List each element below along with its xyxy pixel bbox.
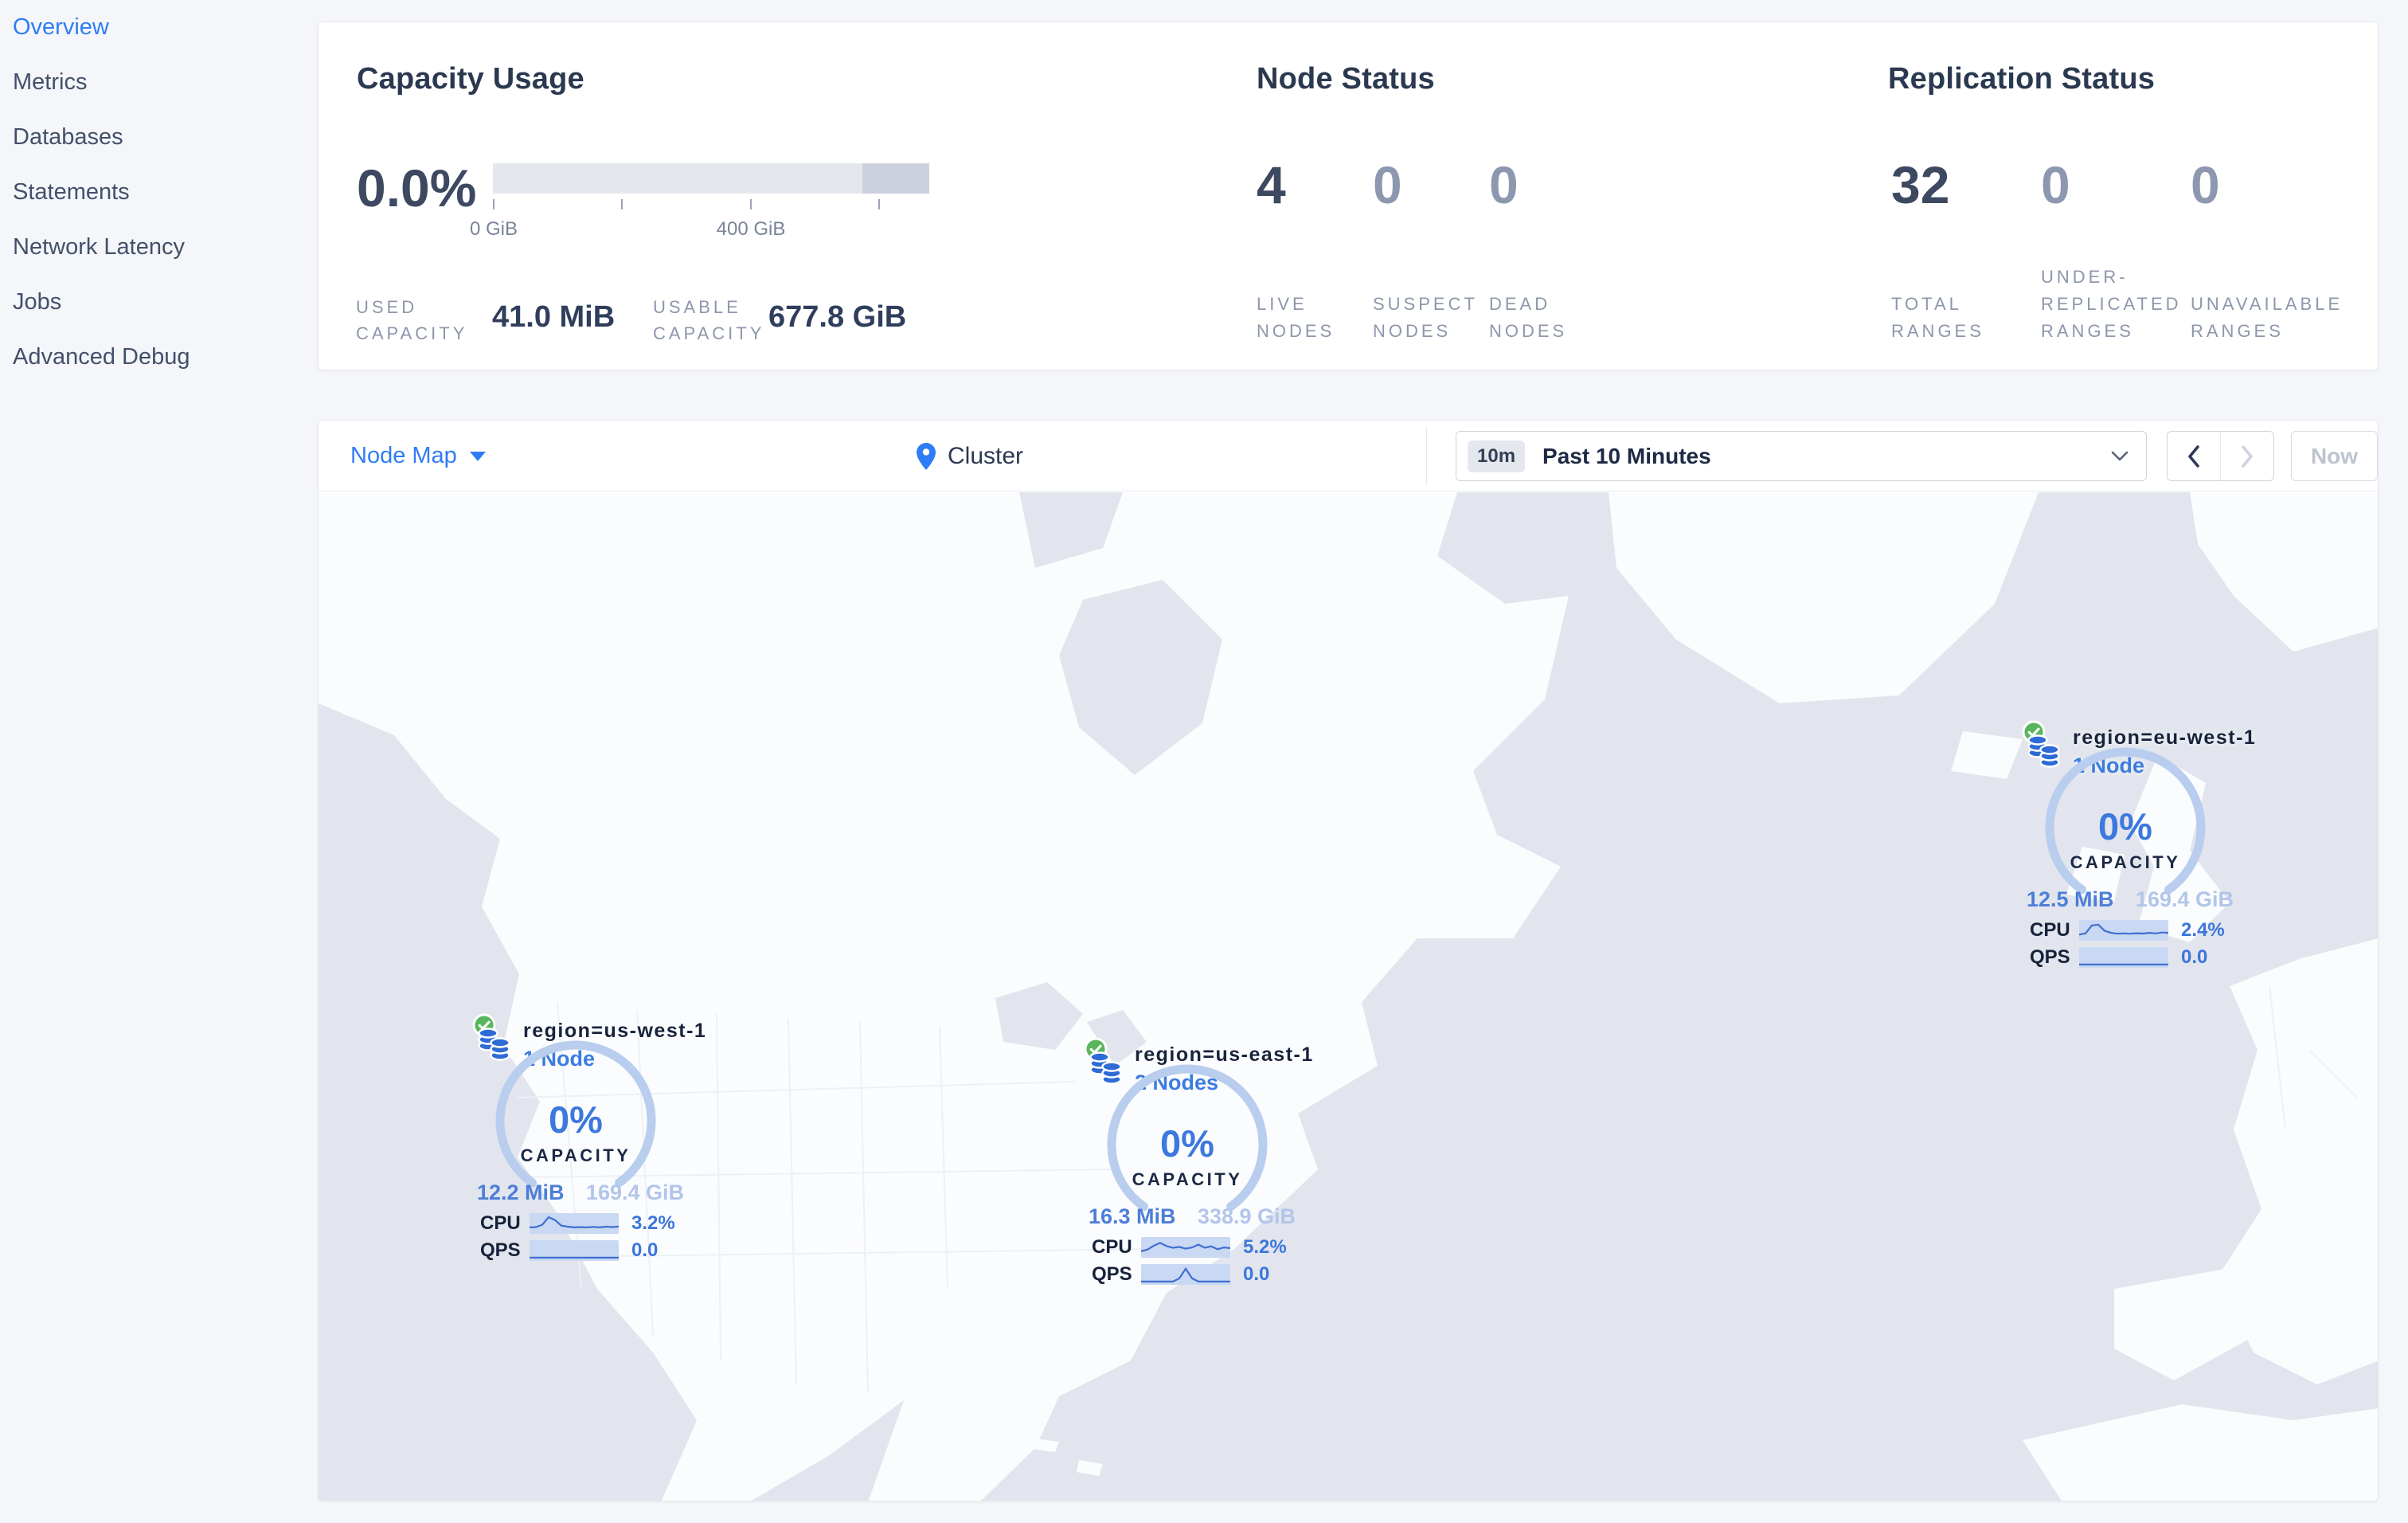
axis-tick [750,199,752,209]
stat-label: UNAVAILABLE RANGES [2191,294,2344,341]
sidebar-item-statements[interactable]: Statements [0,165,318,220]
sidebar-nav: Overview Metrics Databases Statements Networ… [0,0,318,385]
sidebar: Overview Metrics Databases Statements Networ… [0,0,318,1523]
qps-label: QPS [1092,1263,1132,1285]
qps-label: QPS [480,1239,521,1261]
node-status-stats: 4 LIVE NODES 0 SUSPECT NODES 0 DEAD NODES [1257,154,1605,345]
stat-label: DEAD NODES [1489,294,1568,341]
breadcrumb-label: Cluster [948,442,1024,469]
cpu-label: CPU [2030,919,2070,941]
stat-label: TOTAL RANGES [1891,294,1984,341]
stat-unavailable-ranges: 0 UNAVAILABLE RANGES [2191,154,2340,345]
time-range-dropdown[interactable]: 10m Past 10 Minutes [1456,431,2147,481]
node-map-card: Node Map Cluster 10m Past 10 Minutes Now… [318,420,2379,1501]
capacity-bar [493,163,929,194]
stat-under--replicated-ranges: 0 UNDER- REPLICATED RANGES [2041,154,2191,345]
cluster-summary-card: Capacity Usage Node Status Replication S… [318,22,2379,370]
capacity-gauge-percent: 0% [1160,1122,1214,1165]
stat-value: 0 [2191,155,2220,214]
capacity-gauge-percent: 0% [549,1098,603,1141]
region-used-capacity: 12.5 MiB [2027,887,2114,911]
axis-tick-label: 400 GiB [716,218,786,240]
sidebar-item-jobs[interactable]: Jobs [0,275,318,330]
chevron-down-icon [469,451,486,461]
node-status-title: Node Status [1257,62,1435,96]
step-forward-button[interactable] [2221,432,2274,480]
time-range-label: Past 10 Minutes [1542,443,1711,468]
axis-tick [493,199,494,209]
stat-label: LIVE NODES [1257,294,1335,341]
cpu-value: 5.2% [1243,1236,1287,1258]
capacity-gauge-percent: 0% [2098,805,2152,848]
now-button[interactable]: Now [2291,431,2378,481]
stat-live-nodes: 4 LIVE NODES [1257,154,1373,345]
stat-value: 32 [1891,155,1950,214]
sidebar-item-overview[interactable]: Overview [0,0,318,55]
chevron-down-icon [2111,451,2128,460]
cpu-sparkline [2079,920,2168,941]
qps-value: 0.0 [2181,946,2208,968]
map-landmass-graphic [319,492,2378,1501]
stat-suspect-nodes: 0 SUSPECT NODES [1373,154,1489,345]
time-step-buttons [2167,431,2274,481]
capacity-gauge-label: CAPACITY [520,1145,631,1165]
stat-value: 0 [1489,155,1519,214]
usable-capacity-value: 677.8 GiB [768,300,907,334]
axis-tick [621,199,623,209]
stat-value: 0 [2041,155,2070,214]
region-used-capacity: 12.2 MiB [477,1180,565,1204]
replication-status-title: Replication Status [1888,62,2156,96]
used-capacity-label: USED CAPACITY [356,297,468,343]
stat-label: UNDER- REPLICATED RANGES [2041,267,2182,341]
cpu-sparkline [1141,1237,1230,1258]
sidebar-item-metrics[interactable]: Metrics [0,55,318,110]
stat-value: 0 [1373,155,1402,214]
qps-value: 0.0 [1243,1263,1270,1285]
chevron-right-icon [2241,444,2253,468]
region-used-capacity: 16.3 MiB [1089,1204,1176,1228]
capacity-usage-title: Capacity Usage [357,62,584,96]
sidebar-item-network-latency[interactable]: Network Latency [0,220,318,275]
chevron-left-icon [2187,444,2199,468]
sidebar-item-advanced-debug[interactable]: Advanced Debug [0,330,318,385]
capacity-bar-reserved-segment [862,163,929,194]
region-total-capacity: 169.4 GiB [585,1180,684,1204]
usable-capacity-label: USABLE CAPACITY [653,297,765,343]
qps-sparkline [530,1240,619,1261]
map-toolbar: Node Map Cluster 10m Past 10 Minutes Now [319,421,2378,491]
capacity-gauge-label: CAPACITY [1132,1169,1243,1189]
qps-value: 0.0 [631,1239,659,1261]
qps-sparkline [1141,1264,1230,1285]
view-selector-label: Node Map [350,443,457,468]
region-total-capacity: 169.4 GiB [2135,887,2234,911]
used-capacity-value: 41.0 MiB [492,300,616,334]
cpu-label: CPU [1092,1236,1132,1258]
cpu-sparkline [530,1213,619,1234]
stat-value: 4 [1257,155,1286,214]
cpu-label: CPU [480,1212,521,1234]
capacity-gauge-label: CAPACITY [2070,852,2181,872]
sidebar-item-databases[interactable]: Databases [0,110,318,165]
cpu-value: 2.4% [2181,919,2225,941]
cpu-value: 3.2% [631,1212,675,1234]
capacity-percent: 0.0% [357,159,477,217]
view-selector-dropdown[interactable]: Node Map [350,421,486,491]
axis-tick [878,199,880,209]
stat-label: SUSPECT NODES [1373,294,1478,341]
stat-total-ranges: 32 TOTAL RANGES [1891,154,2041,345]
toolbar-divider [1426,427,1427,485]
region-total-capacity: 338.9 GiB [1197,1204,1296,1228]
axis-tick-label: 0 GiB [469,218,518,240]
step-back-button[interactable] [2168,432,2221,480]
qps-label: QPS [2030,946,2070,968]
location-pin-icon [917,442,936,470]
replication-status-stats: 32 TOTAL RANGES 0 UNDER- REPLICATED RANGES 0 UNA… [1891,154,2340,345]
qps-sparkline [2079,947,2168,968]
breadcrumb[interactable]: Cluster [914,421,1023,491]
world-map: region=us-west-1 1 Node 0% CAPACITY 12.2… [319,492,2378,1501]
time-range-badge: 10m [1468,440,1526,472]
stat-dead-nodes: 0 DEAD NODES [1489,154,1605,345]
